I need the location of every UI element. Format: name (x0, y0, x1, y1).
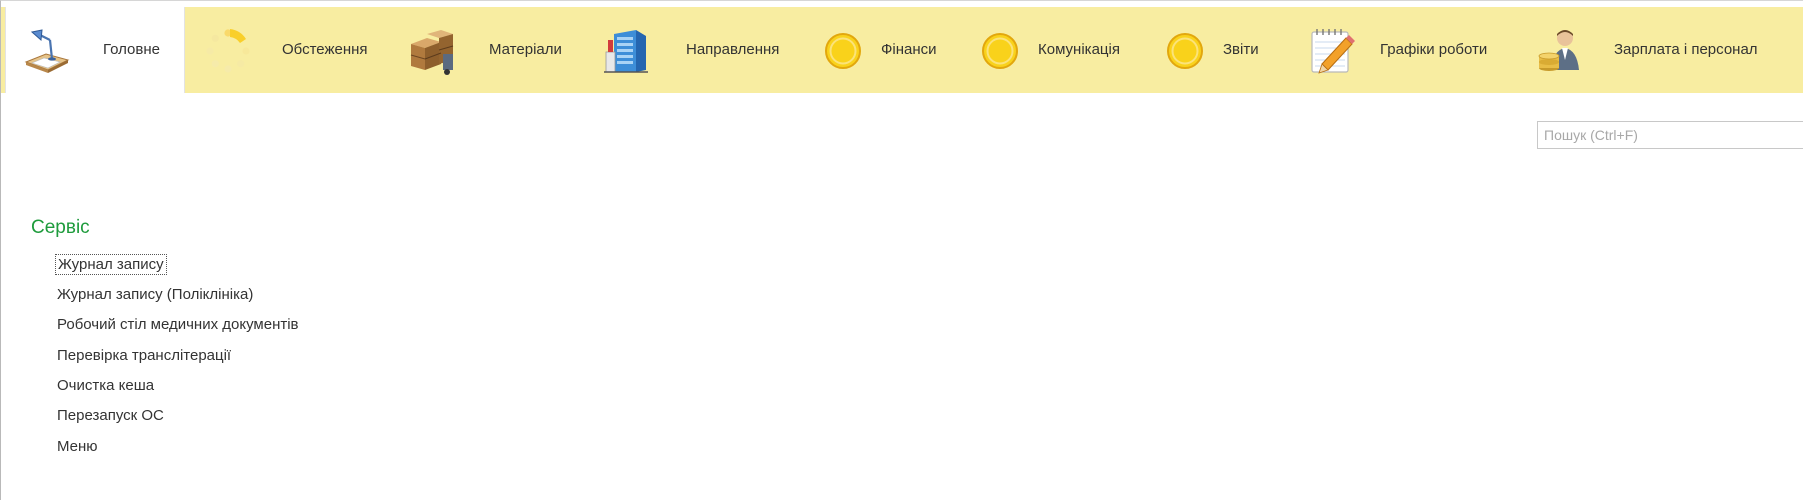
tab-materials[interactable]: Матеріали (405, 7, 575, 93)
tab-home[interactable]: Головне (5, 7, 185, 93)
menu-item-clear-cache[interactable]: Очистка кеша (55, 376, 156, 395)
menu-item-menu[interactable]: Меню (55, 437, 100, 456)
tab-work-schedules[interactable]: Графіки роботи (1302, 7, 1522, 93)
tab-label: Направлення (686, 41, 780, 58)
tab-label: Матеріали (489, 41, 562, 58)
loading-spinner-icon (203, 26, 253, 76)
yellow-circle-icon (818, 26, 868, 76)
tab-finance[interactable]: Фінанси (818, 7, 958, 93)
tab-label: Зарплата і персонал (1614, 41, 1758, 58)
menu-item-restart-os[interactable]: Перезапуск ОС (55, 406, 166, 425)
search-input[interactable] (1537, 121, 1803, 149)
tab-label: Фінанси (881, 41, 937, 58)
tab-label: Графіки роботи (1380, 41, 1488, 58)
tab-label: Звіти (1223, 41, 1259, 58)
menu-item-transliteration-check[interactable]: Перевірка транслітерації (55, 346, 233, 365)
menu-item-appointment-journal[interactable]: Журнал запису (55, 254, 167, 275)
boxes-icon (407, 26, 457, 76)
tab-referrals[interactable]: Направлення (598, 7, 798, 93)
person-coins-icon (1535, 26, 1585, 76)
building-icon (602, 26, 652, 76)
tab-label: Комунікація (1038, 41, 1120, 58)
notepad-pencil-icon (1306, 26, 1356, 76)
tab-communication[interactable]: Комунікація (975, 7, 1150, 93)
menu-item-appointment-journal-polyclinic[interactable]: Журнал запису (Поліклініка) (55, 285, 255, 304)
tab-label: Обстеження (282, 41, 368, 58)
tab-salary-staff[interactable]: Зарплата і персонал (1535, 7, 1803, 93)
desk-lamp-icon (22, 26, 72, 76)
yellow-circle-icon (1160, 26, 1210, 76)
tab-examination[interactable]: Обстеження (200, 7, 390, 93)
menu-item-medical-documents-desktop[interactable]: Робочий стіл медичних документів (55, 315, 301, 334)
tab-reports[interactable]: Звіти (1160, 7, 1280, 93)
yellow-circle-icon (975, 26, 1025, 76)
tab-label: Головне (103, 41, 160, 58)
section-title: Сервіс (31, 217, 90, 238)
